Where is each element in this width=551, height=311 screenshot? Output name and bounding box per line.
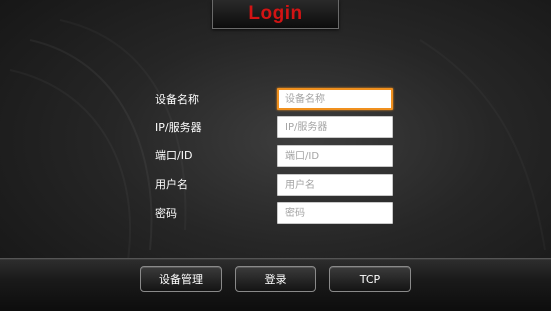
device-name-label: 设备名称 bbox=[155, 93, 199, 106]
device-manage-button[interactable]: 设备管理 bbox=[140, 266, 222, 292]
username-input[interactable] bbox=[277, 174, 393, 196]
password-input[interactable] bbox=[277, 202, 393, 224]
port-id-label: 端口/ID bbox=[155, 149, 193, 162]
title-tab: Login bbox=[212, 0, 339, 29]
login-button[interactable]: 登录 bbox=[235, 266, 316, 292]
ip-server-input[interactable] bbox=[277, 116, 393, 138]
port-id-input[interactable] bbox=[277, 145, 393, 167]
page-title: Login bbox=[248, 3, 303, 24]
ip-server-label: IP/服务器 bbox=[155, 121, 202, 134]
device-name-input[interactable] bbox=[277, 88, 393, 110]
password-label: 密码 bbox=[155, 207, 177, 220]
username-label: 用户名 bbox=[155, 178, 188, 191]
tcp-button[interactable]: TCP bbox=[329, 266, 411, 292]
